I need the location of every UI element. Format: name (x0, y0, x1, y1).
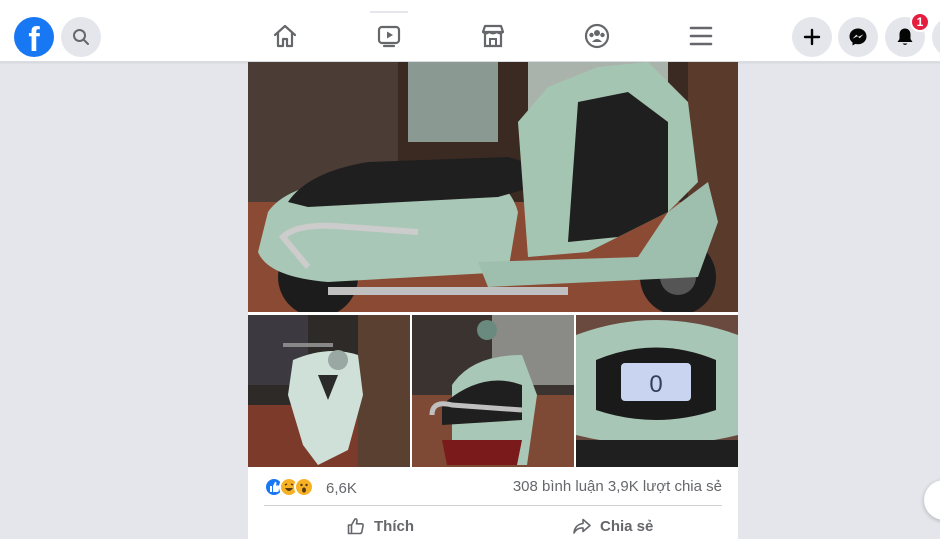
post-photo-rear[interactable] (412, 315, 574, 467)
svg-text:0: 0 (649, 371, 662, 398)
watch-indicator (370, 11, 408, 13)
scooter-front-image (248, 315, 410, 467)
store-icon (481, 24, 505, 48)
scooter-dashboard-image: 0 (576, 315, 738, 467)
share-button-label: Chia sẻ (600, 517, 654, 535)
hamburger-menu-icon (689, 26, 713, 46)
bell-icon (897, 28, 913, 45)
share-arrow-icon (573, 518, 591, 534)
nav-home[interactable] (269, 20, 301, 52)
scooter-photo-image (248, 62, 738, 312)
like-button-label: Thích (374, 517, 414, 535)
new-message-float-button[interactable] (924, 480, 940, 520)
post-photo-dashboard[interactable]: 0 (576, 315, 738, 467)
scooter-rear-image (412, 315, 574, 467)
home-icon (273, 24, 297, 48)
groups-icon (584, 23, 610, 49)
search-button[interactable] (61, 17, 101, 57)
nav-watch[interactable] (373, 20, 405, 52)
video-icon (377, 25, 401, 48)
post-stats: 6,6K 308 bình luận 3,9K lượt chia sẻ (264, 475, 722, 499)
account-button[interactable] (932, 17, 940, 57)
top-navigation-bar: f 1 (0, 0, 940, 62)
thumbs-up-icon (347, 518, 364, 535)
nav-menu[interactable] (685, 20, 717, 52)
create-button[interactable] (792, 17, 832, 57)
messenger-icon (849, 28, 867, 46)
divider (264, 505, 722, 506)
search-icon (73, 29, 89, 45)
messenger-button[interactable] (838, 17, 878, 57)
feed-post: 0 6,6K 308 bình luận 3,9K lượt chia sẻ T… (248, 62, 738, 539)
share-button[interactable]: Chia sẻ (572, 514, 653, 538)
nav-marketplace[interactable] (477, 20, 509, 52)
like-button[interactable]: Thích (346, 514, 414, 538)
plus-icon (803, 28, 821, 46)
post-photo-front[interactable] (248, 315, 410, 467)
facebook-logo[interactable]: f (14, 17, 54, 57)
reaction-count[interactable]: 6,6K (326, 480, 357, 497)
nav-groups[interactable] (581, 20, 613, 52)
wow-reaction-icon (294, 477, 314, 497)
comments-shares-count[interactable]: 308 bình luận 3,9K lượt chia sẻ (513, 478, 722, 495)
post-photo-main[interactable] (248, 62, 738, 312)
notification-badge: 1 (910, 12, 930, 32)
